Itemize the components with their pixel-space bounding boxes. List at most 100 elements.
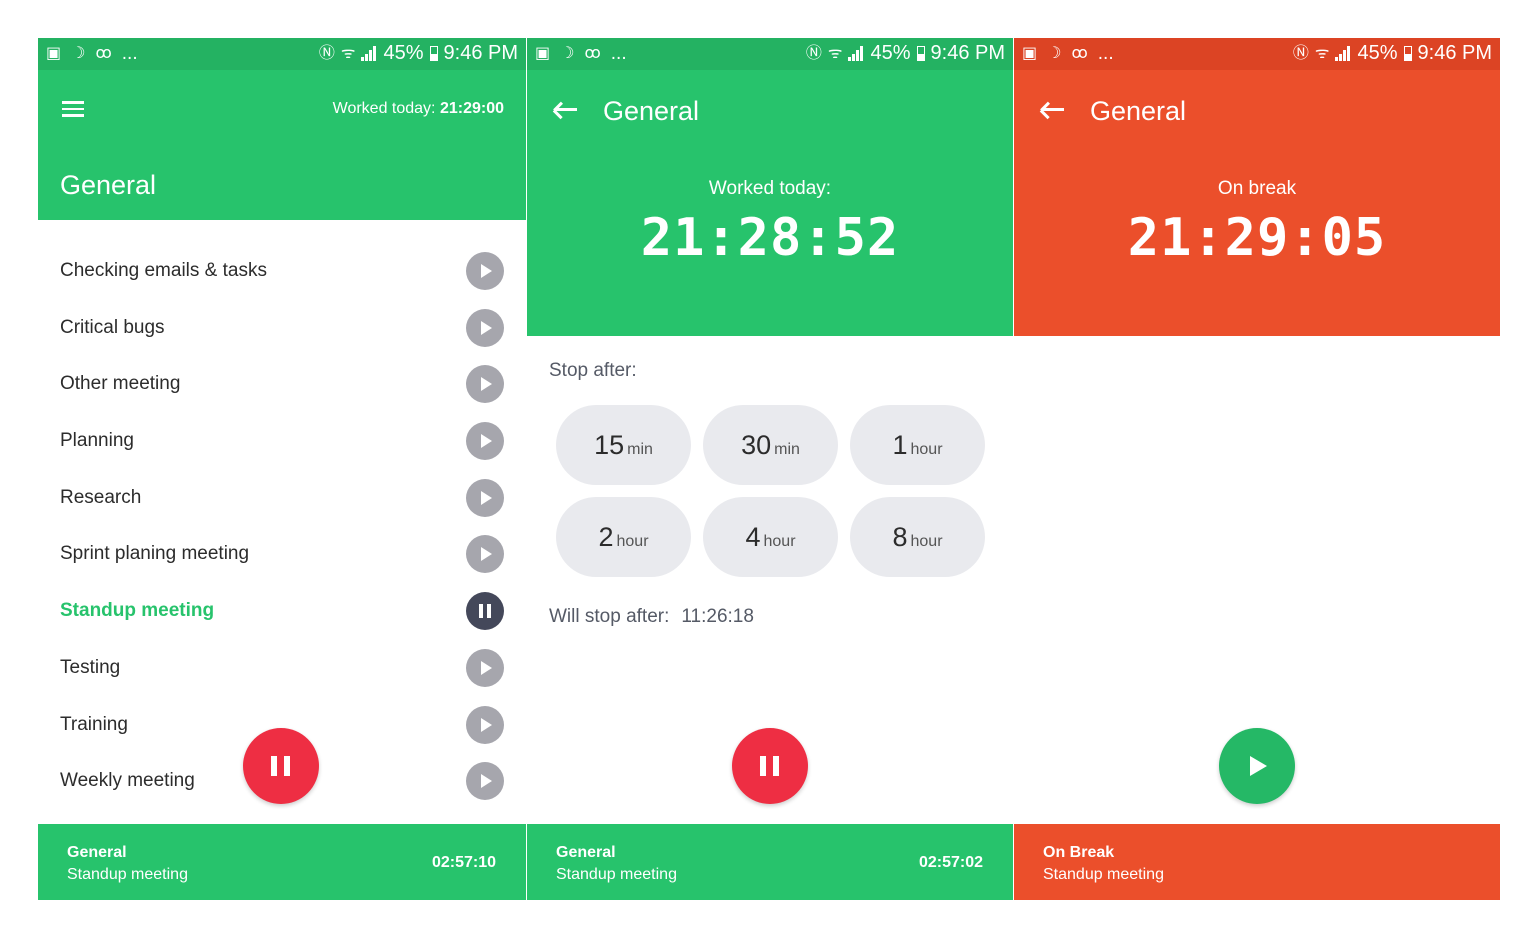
task-label: Research [60, 486, 142, 508]
signal-icon [361, 46, 377, 61]
moon-icon: ☽ [71, 45, 86, 62]
current-task: Standup meeting [556, 866, 677, 883]
chip-unit: hour [910, 441, 943, 458]
play-button[interactable] [466, 535, 504, 574]
break-subtitle: On break [1217, 178, 1297, 199]
play-button[interactable] [466, 478, 504, 517]
more-notifications: ... [1097, 43, 1114, 64]
play-button[interactable] [466, 705, 504, 744]
task-label: Testing [60, 656, 121, 678]
status-bar: ▣ ☽ ꝏ ... Ⓝ ᯤ 45% 9:46 PM [1014, 38, 1500, 70]
play-button[interactable] [466, 308, 504, 347]
pause-fab[interactable] [732, 728, 808, 804]
timer-value: 21:28:52 [640, 208, 900, 268]
signal-icon [1335, 46, 1351, 61]
more-notifications: ... [121, 43, 138, 64]
play-icon [481, 434, 492, 449]
gallery-icon: ▣ [46, 45, 62, 62]
pause-fab[interactable] [243, 728, 319, 804]
break-screen: ▣ ☽ ꝏ ... Ⓝ ᯤ 45% 9:46 PM General On bre… [1014, 38, 1500, 900]
play-icon [481, 320, 492, 335]
battery-percent: 45% [1357, 42, 1398, 64]
current-task-time: 02:57:02 [918, 854, 983, 871]
chip-number: 1 [892, 430, 908, 460]
will-stop-after: Will stop after: 11:26:18 [549, 606, 754, 628]
chip-4-hour[interactable]: 4 hour [703, 497, 838, 577]
task-item-active[interactable]: Standup meeting [38, 588, 526, 645]
current-project: On Break [1043, 844, 1115, 861]
pause-icon [479, 604, 491, 619]
app-header: Worked today: 21:29:00 General [38, 70, 526, 220]
back-arrow-icon[interactable] [1040, 100, 1064, 119]
play-icon [481, 377, 492, 392]
chip-2-hour[interactable]: 2 hour [556, 497, 691, 577]
current-task-bar[interactable]: On Break Standup meeting [1014, 824, 1500, 900]
task-item[interactable]: Planning [38, 418, 526, 475]
worked-today-value: 21:29:00 [439, 100, 504, 117]
timer-subtitle: Worked today: [708, 178, 832, 199]
play-icon [481, 774, 492, 789]
play-button[interactable] [466, 252, 504, 290]
task-item[interactable]: Other meeting [38, 361, 526, 418]
gallery-icon: ▣ [1022, 45, 1038, 62]
chip-number: 30 [741, 430, 772, 460]
chip-8-hour[interactable]: 8 hour [850, 497, 985, 577]
moon-icon: ☽ [1047, 45, 1062, 62]
play-button[interactable] [466, 422, 504, 461]
page-title: General [60, 170, 157, 200]
task-list-screen: ▣ ☽ ꝏ ... Ⓝ ᯤ 45% 9:46 PM Worked today: … [38, 38, 526, 900]
task-label: Checking emails & tasks [60, 260, 267, 281]
current-task-bar[interactable]: General Standup meeting 02:57:10 [38, 824, 526, 900]
pause-icon [271, 756, 291, 776]
worked-today: Worked today: 21:29:00 [333, 100, 504, 118]
task-item[interactable]: Critical bugs [38, 305, 526, 362]
hamburger-menu-icon[interactable] [62, 101, 84, 117]
voicemail-icon: ꝏ [1071, 45, 1088, 62]
pause-button[interactable] [466, 592, 504, 631]
chip-30-min[interactable]: 30 min [703, 405, 838, 485]
break-timer-value: 21:29:05 [1127, 208, 1387, 268]
play-icon [481, 264, 492, 278]
timer-header: General Worked today: 21:28:52 [527, 70, 1013, 336]
current-project: General [67, 844, 127, 861]
play-button[interactable] [466, 648, 504, 687]
chip-15-min[interactable]: 15 min [556, 405, 691, 485]
stop-after-label: Stop after: [549, 360, 637, 381]
will-stop-label: Will stop after: [549, 606, 670, 627]
task-label: Training [60, 713, 128, 735]
moon-icon: ☽ [560, 45, 575, 62]
play-button[interactable] [466, 762, 504, 801]
task-item[interactable]: Checking emails & tasks [38, 248, 526, 305]
timer-screen: ▣ ☽ ꝏ ... Ⓝ ᯤ 45% 9:46 PM General Worked… [527, 38, 1013, 900]
page-title: General [1090, 96, 1187, 126]
current-project: General [556, 844, 616, 861]
resume-fab[interactable] [1219, 728, 1295, 804]
page-title: General [603, 96, 700, 126]
battery-icon [916, 46, 925, 61]
nfc-icon: Ⓝ [1292, 44, 1309, 62]
task-label: Planning [60, 430, 134, 452]
battery-icon [1403, 46, 1412, 61]
task-label: Other meeting [60, 373, 181, 395]
chip-number: 4 [745, 522, 761, 552]
status-bar: ▣ ☽ ꝏ ... Ⓝ ᯤ 45% 9:46 PM [527, 38, 1013, 70]
wifi-icon: ᯤ [827, 44, 843, 62]
task-label: Standup meeting [60, 600, 215, 622]
battery-percent: 45% [383, 42, 424, 64]
nfc-icon: Ⓝ [318, 44, 335, 62]
current-task-bar[interactable]: General Standup meeting 02:57:02 [527, 824, 1013, 900]
wifi-icon: ᯤ [340, 44, 356, 62]
play-button[interactable] [466, 365, 504, 404]
chip-1-hour[interactable]: 1 hour [850, 405, 985, 485]
task-label: Sprint planing meeting [60, 543, 250, 565]
status-bar: ▣ ☽ ꝏ ... Ⓝ ᯤ 45% 9:46 PM [38, 38, 526, 70]
task-item[interactable]: Research [38, 475, 526, 532]
chip-number: 8 [892, 522, 908, 552]
battery-percent: 45% [870, 42, 911, 64]
will-stop-value: 11:26:18 [681, 606, 754, 627]
chip-number: 15 [594, 430, 625, 460]
task-item[interactable]: Sprint planing meeting [38, 531, 526, 588]
back-arrow-icon[interactable] [553, 100, 577, 119]
chip-unit: hour [616, 533, 649, 550]
task-item[interactable]: Testing [38, 645, 526, 702]
